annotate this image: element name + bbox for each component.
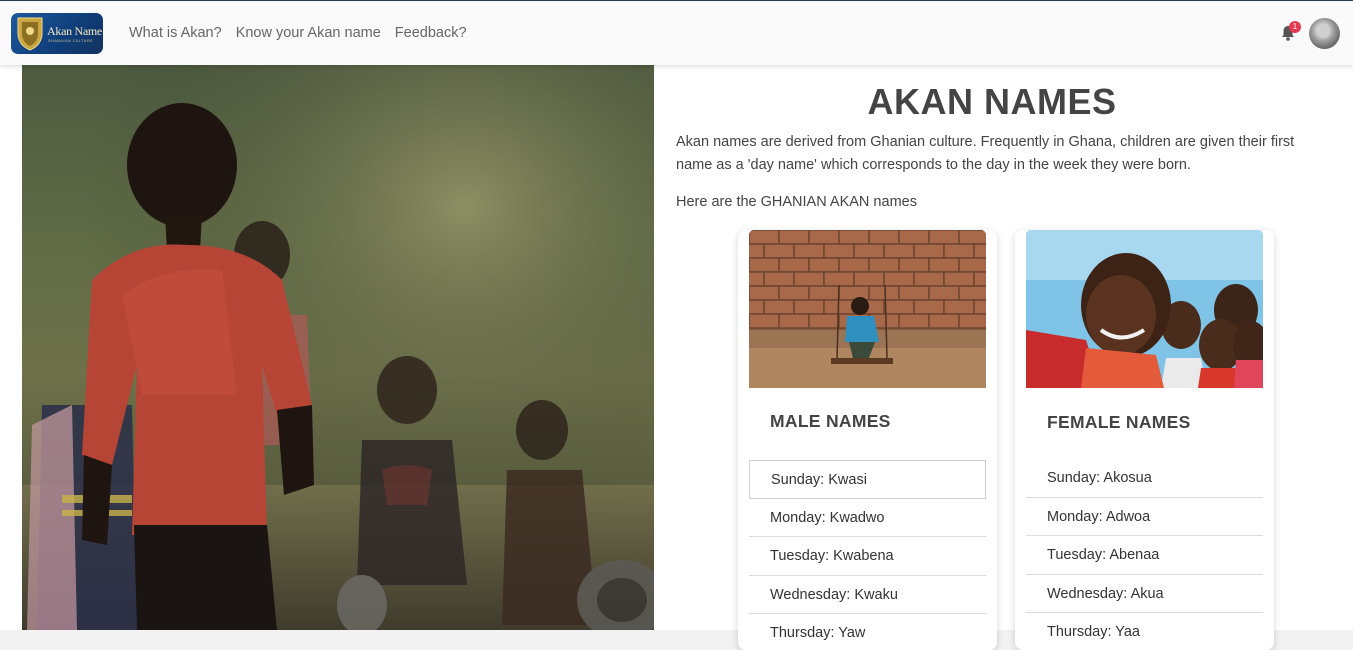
logo-text: Akan Name (47, 24, 102, 38)
names-subheading: Here are the GHANIAN AKAN names (676, 194, 917, 210)
akan-names-section: AKAN NAMES Akan names are derived from G… (654, 65, 1353, 650)
main-content: AKAN NAMES Akan names are derived from G… (0, 65, 1353, 650)
nav-link-what-is-akan[interactable]: What is Akan? (129, 25, 222, 41)
male-names-list: Sunday: Kwasi Monday: Kwadwo Tuesday: Kw… (749, 460, 986, 650)
notification-badge: 1 (1289, 21, 1301, 33)
user-avatar[interactable] (1309, 18, 1340, 49)
navbar: Akan Name GHANAIAN CULTURE What is Akan?… (0, 1, 1353, 65)
male-names-title: MALE NAMES (770, 411, 891, 431)
female-names-card: FEMALE NAMES Sunday: Akosua Monday: Adwo… (1015, 230, 1274, 650)
female-names-title: FEMALE NAMES (1047, 412, 1191, 432)
list-item[interactable]: Monday: Adwoa (1026, 498, 1263, 536)
page-title: AKAN NAMES (867, 81, 1117, 122)
nav-links: What is Akan? Know your Akan name Feedba… (129, 25, 481, 41)
female-card-image (1026, 230, 1263, 388)
list-item[interactable]: Tuesday: Kwabena (749, 537, 986, 576)
nav-link-feedback[interactable]: Feedback? (395, 25, 467, 41)
list-item[interactable]: Sunday: Kwasi (749, 460, 986, 499)
akan-shield-icon (17, 17, 43, 51)
list-item[interactable]: Thursday: Yaw (749, 614, 986, 650)
hero-image (22, 65, 654, 630)
list-item[interactable]: Sunday: Akosua (1026, 459, 1263, 498)
nav-link-know-your-name[interactable]: Know your Akan name (236, 25, 381, 41)
list-item[interactable]: Wednesday: Akua (1026, 575, 1263, 613)
male-card-image (749, 230, 986, 388)
list-item[interactable]: Monday: Kwadwo (749, 499, 986, 537)
intro-paragraph: Akan names are derived from Ghanian cult… (676, 134, 1295, 173)
list-item[interactable]: Thursday: Yaa (1026, 613, 1263, 650)
list-item[interactable]: Tuesday: Abenaa (1026, 536, 1263, 575)
female-names-list: Sunday: Akosua Monday: Adwoa Tuesday: Ab… (1026, 459, 1263, 650)
male-names-card: MALE NAMES Sunday: Kwasi Monday: Kwadwo … (738, 230, 997, 650)
brand-logo[interactable]: Akan Name GHANAIAN CULTURE (11, 13, 103, 54)
list-item[interactable]: Wednesday: Kwaku (749, 576, 986, 614)
logo-subtext: GHANAIAN CULTURE (48, 39, 94, 43)
